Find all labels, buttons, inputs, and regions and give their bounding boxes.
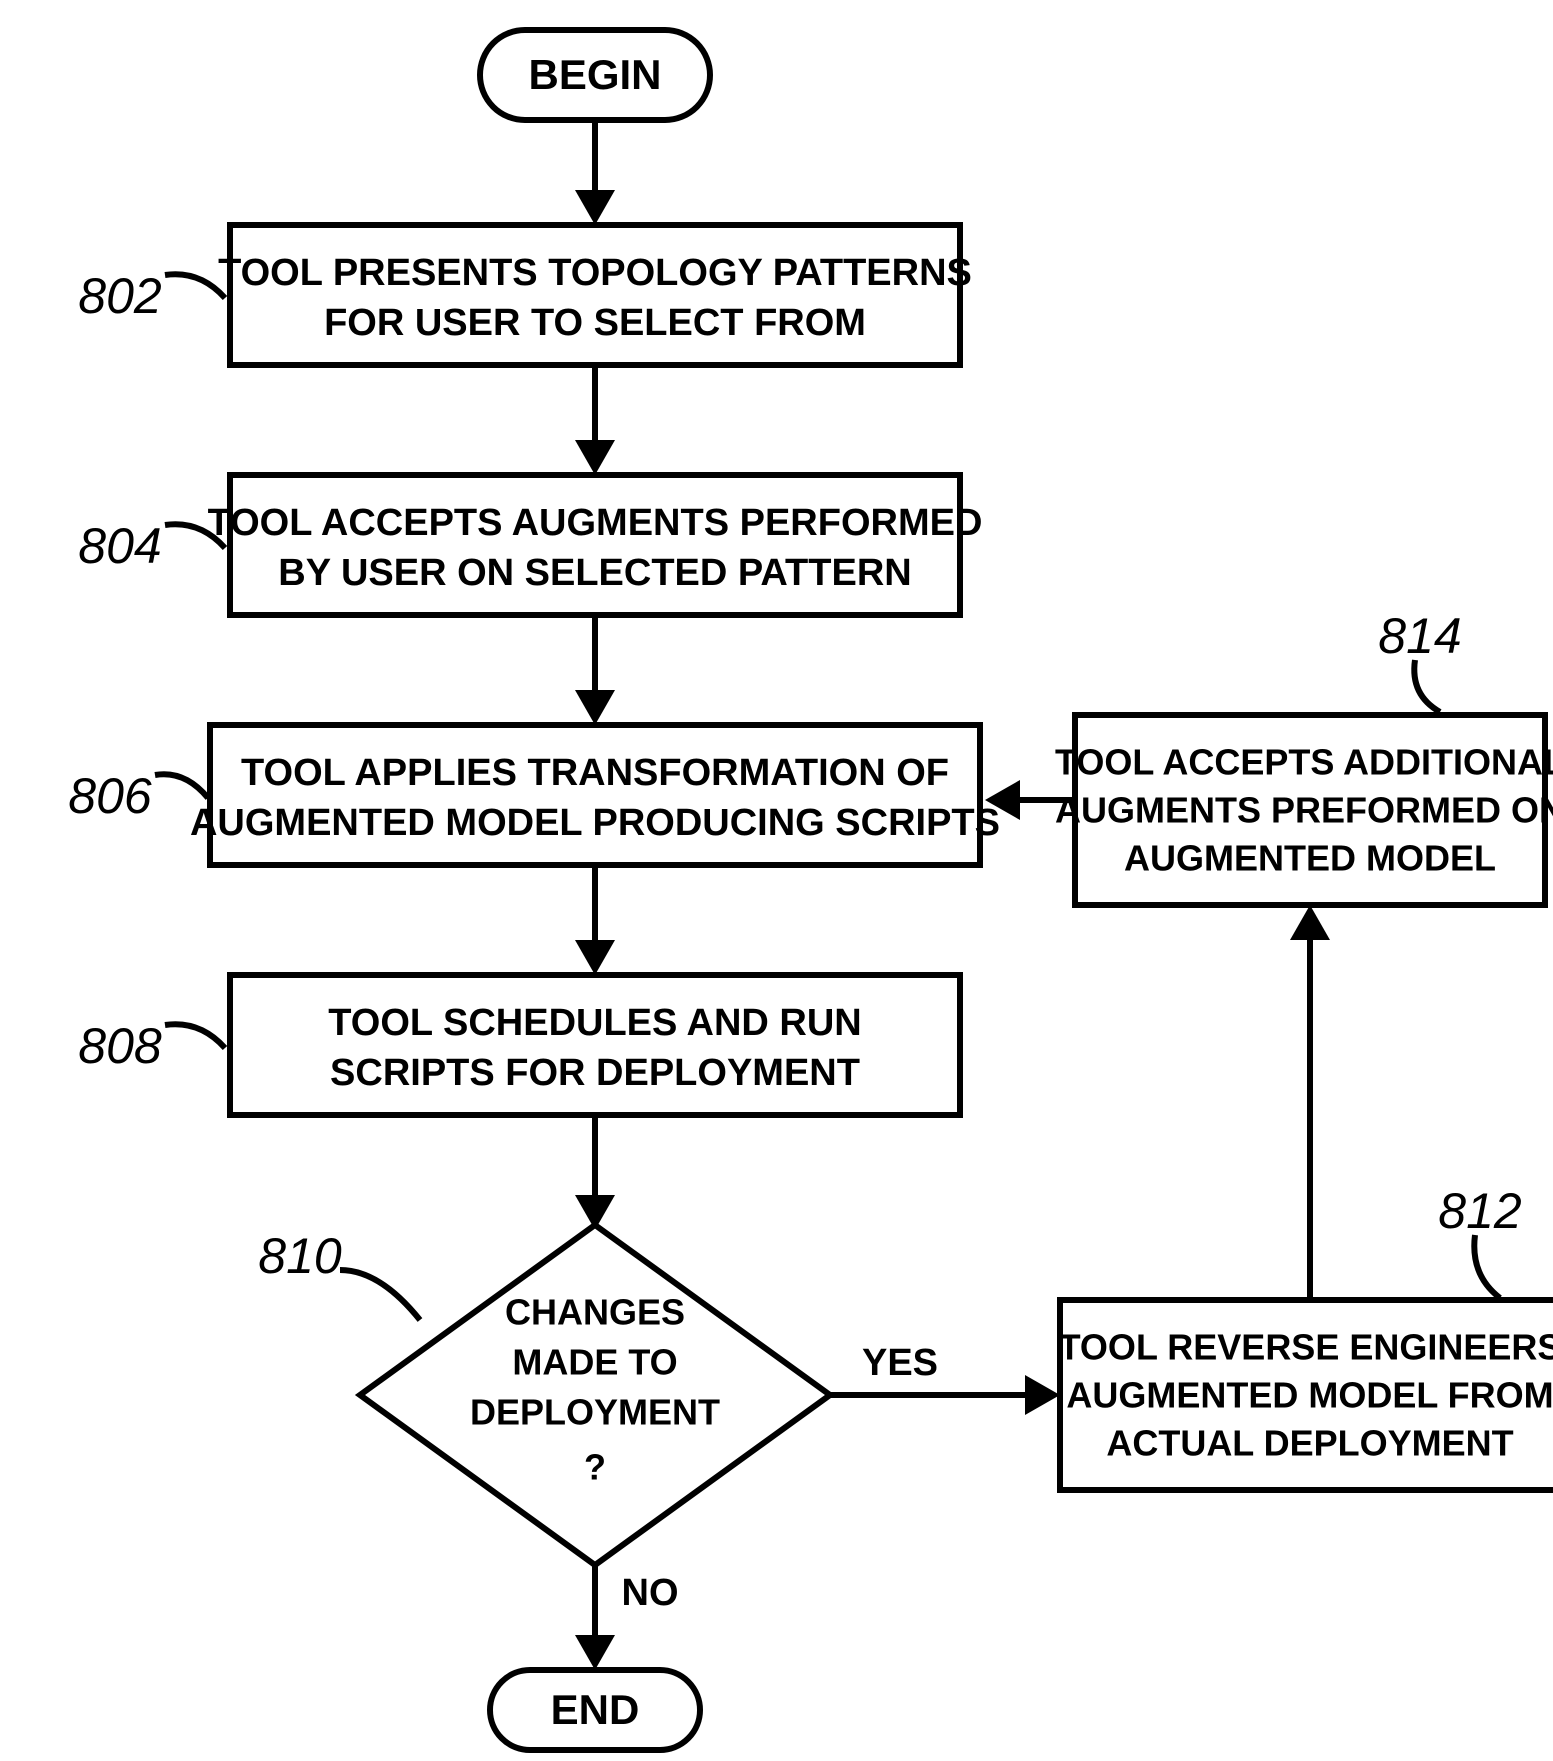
arrow-begin-802 bbox=[575, 120, 615, 225]
end-terminal: END bbox=[490, 1670, 700, 1750]
arrow-810-end: NO bbox=[575, 1565, 679, 1670]
n814-line2: AUGMENTS PREFORMED ON bbox=[1055, 790, 1553, 831]
node-814: TOOL ACCEPTS ADDITIONAL AUGMENTS PREFORM… bbox=[1055, 715, 1553, 905]
leader-810 bbox=[340, 1270, 420, 1320]
node-802: TOOL PRESENTS TOPOLOGY PATTERNS FOR USER… bbox=[218, 225, 972, 365]
n806-line2: AUGMENTED MODEL PRODUCING SCRIPTS bbox=[190, 802, 1000, 844]
label-802: 802 bbox=[78, 268, 162, 324]
node-808: TOOL SCHEDULES AND RUN SCRIPTS FOR DEPLO… bbox=[230, 975, 960, 1115]
n814-line1: TOOL ACCEPTS ADDITIONAL bbox=[1055, 742, 1553, 783]
arrow-810-812: YES bbox=[830, 1342, 1060, 1415]
n812-line1: TOOL REVERSE ENGINEERS bbox=[1059, 1327, 1553, 1368]
node-806: TOOL APPLIES TRANSFORMATION OF AUGMENTED… bbox=[190, 725, 1000, 865]
n812-line3: ACTUAL DEPLOYMENT bbox=[1106, 1423, 1513, 1464]
leader-806 bbox=[155, 774, 208, 798]
arrow-806-808 bbox=[575, 865, 615, 975]
n804-line2: BY USER ON SELECTED PATTERN bbox=[278, 552, 911, 594]
label-804: 804 bbox=[78, 518, 161, 574]
node-810: CHANGES MADE TO DEPLOYMENT ? bbox=[360, 1225, 830, 1565]
node-812: TOOL REVERSE ENGINEERS AUGMENTED MODEL F… bbox=[1059, 1300, 1553, 1490]
n812-line2: AUGMENTED MODEL FROM bbox=[1066, 1375, 1553, 1416]
node-804: TOOL ACCEPTS AUGMENTS PERFORMED BY USER … bbox=[208, 475, 983, 615]
leader-808 bbox=[165, 1024, 225, 1048]
n808-line1: TOOL SCHEDULES AND RUN bbox=[328, 1002, 861, 1044]
no-label: NO bbox=[622, 1572, 679, 1614]
leader-814 bbox=[1414, 660, 1440, 712]
arrow-808-810 bbox=[575, 1115, 615, 1230]
n802-line1: TOOL PRESENTS TOPOLOGY PATTERNS bbox=[218, 252, 972, 294]
yes-label: YES bbox=[862, 1342, 938, 1384]
n810-line4: ? bbox=[584, 1447, 606, 1488]
leader-812 bbox=[1474, 1235, 1500, 1298]
end-text: END bbox=[551, 1686, 640, 1733]
begin-terminal: BEGIN bbox=[480, 30, 710, 120]
n814-line3: AUGMENTED MODEL bbox=[1124, 838, 1496, 879]
n810-line1: CHANGES bbox=[505, 1292, 685, 1333]
label-812: 812 bbox=[1438, 1183, 1522, 1239]
n808-line2: SCRIPTS FOR DEPLOYMENT bbox=[330, 1052, 860, 1094]
arrow-804-806 bbox=[575, 615, 615, 725]
n810-line2: MADE TO bbox=[512, 1342, 677, 1383]
n802-line2: FOR USER TO SELECT FROM bbox=[324, 302, 866, 344]
n804-line1: TOOL ACCEPTS AUGMENTS PERFORMED bbox=[208, 502, 983, 544]
arrow-802-804 bbox=[575, 365, 615, 475]
label-810: 810 bbox=[258, 1228, 342, 1284]
begin-text: BEGIN bbox=[528, 51, 661, 98]
label-806: 806 bbox=[68, 768, 152, 824]
label-808: 808 bbox=[78, 1018, 162, 1074]
label-814: 814 bbox=[1378, 608, 1461, 664]
n810-line3: DEPLOYMENT bbox=[470, 1392, 720, 1433]
leader-802 bbox=[165, 274, 225, 298]
n806-line1: TOOL APPLIES TRANSFORMATION OF bbox=[241, 752, 949, 794]
arrow-812-814 bbox=[1290, 905, 1330, 1300]
